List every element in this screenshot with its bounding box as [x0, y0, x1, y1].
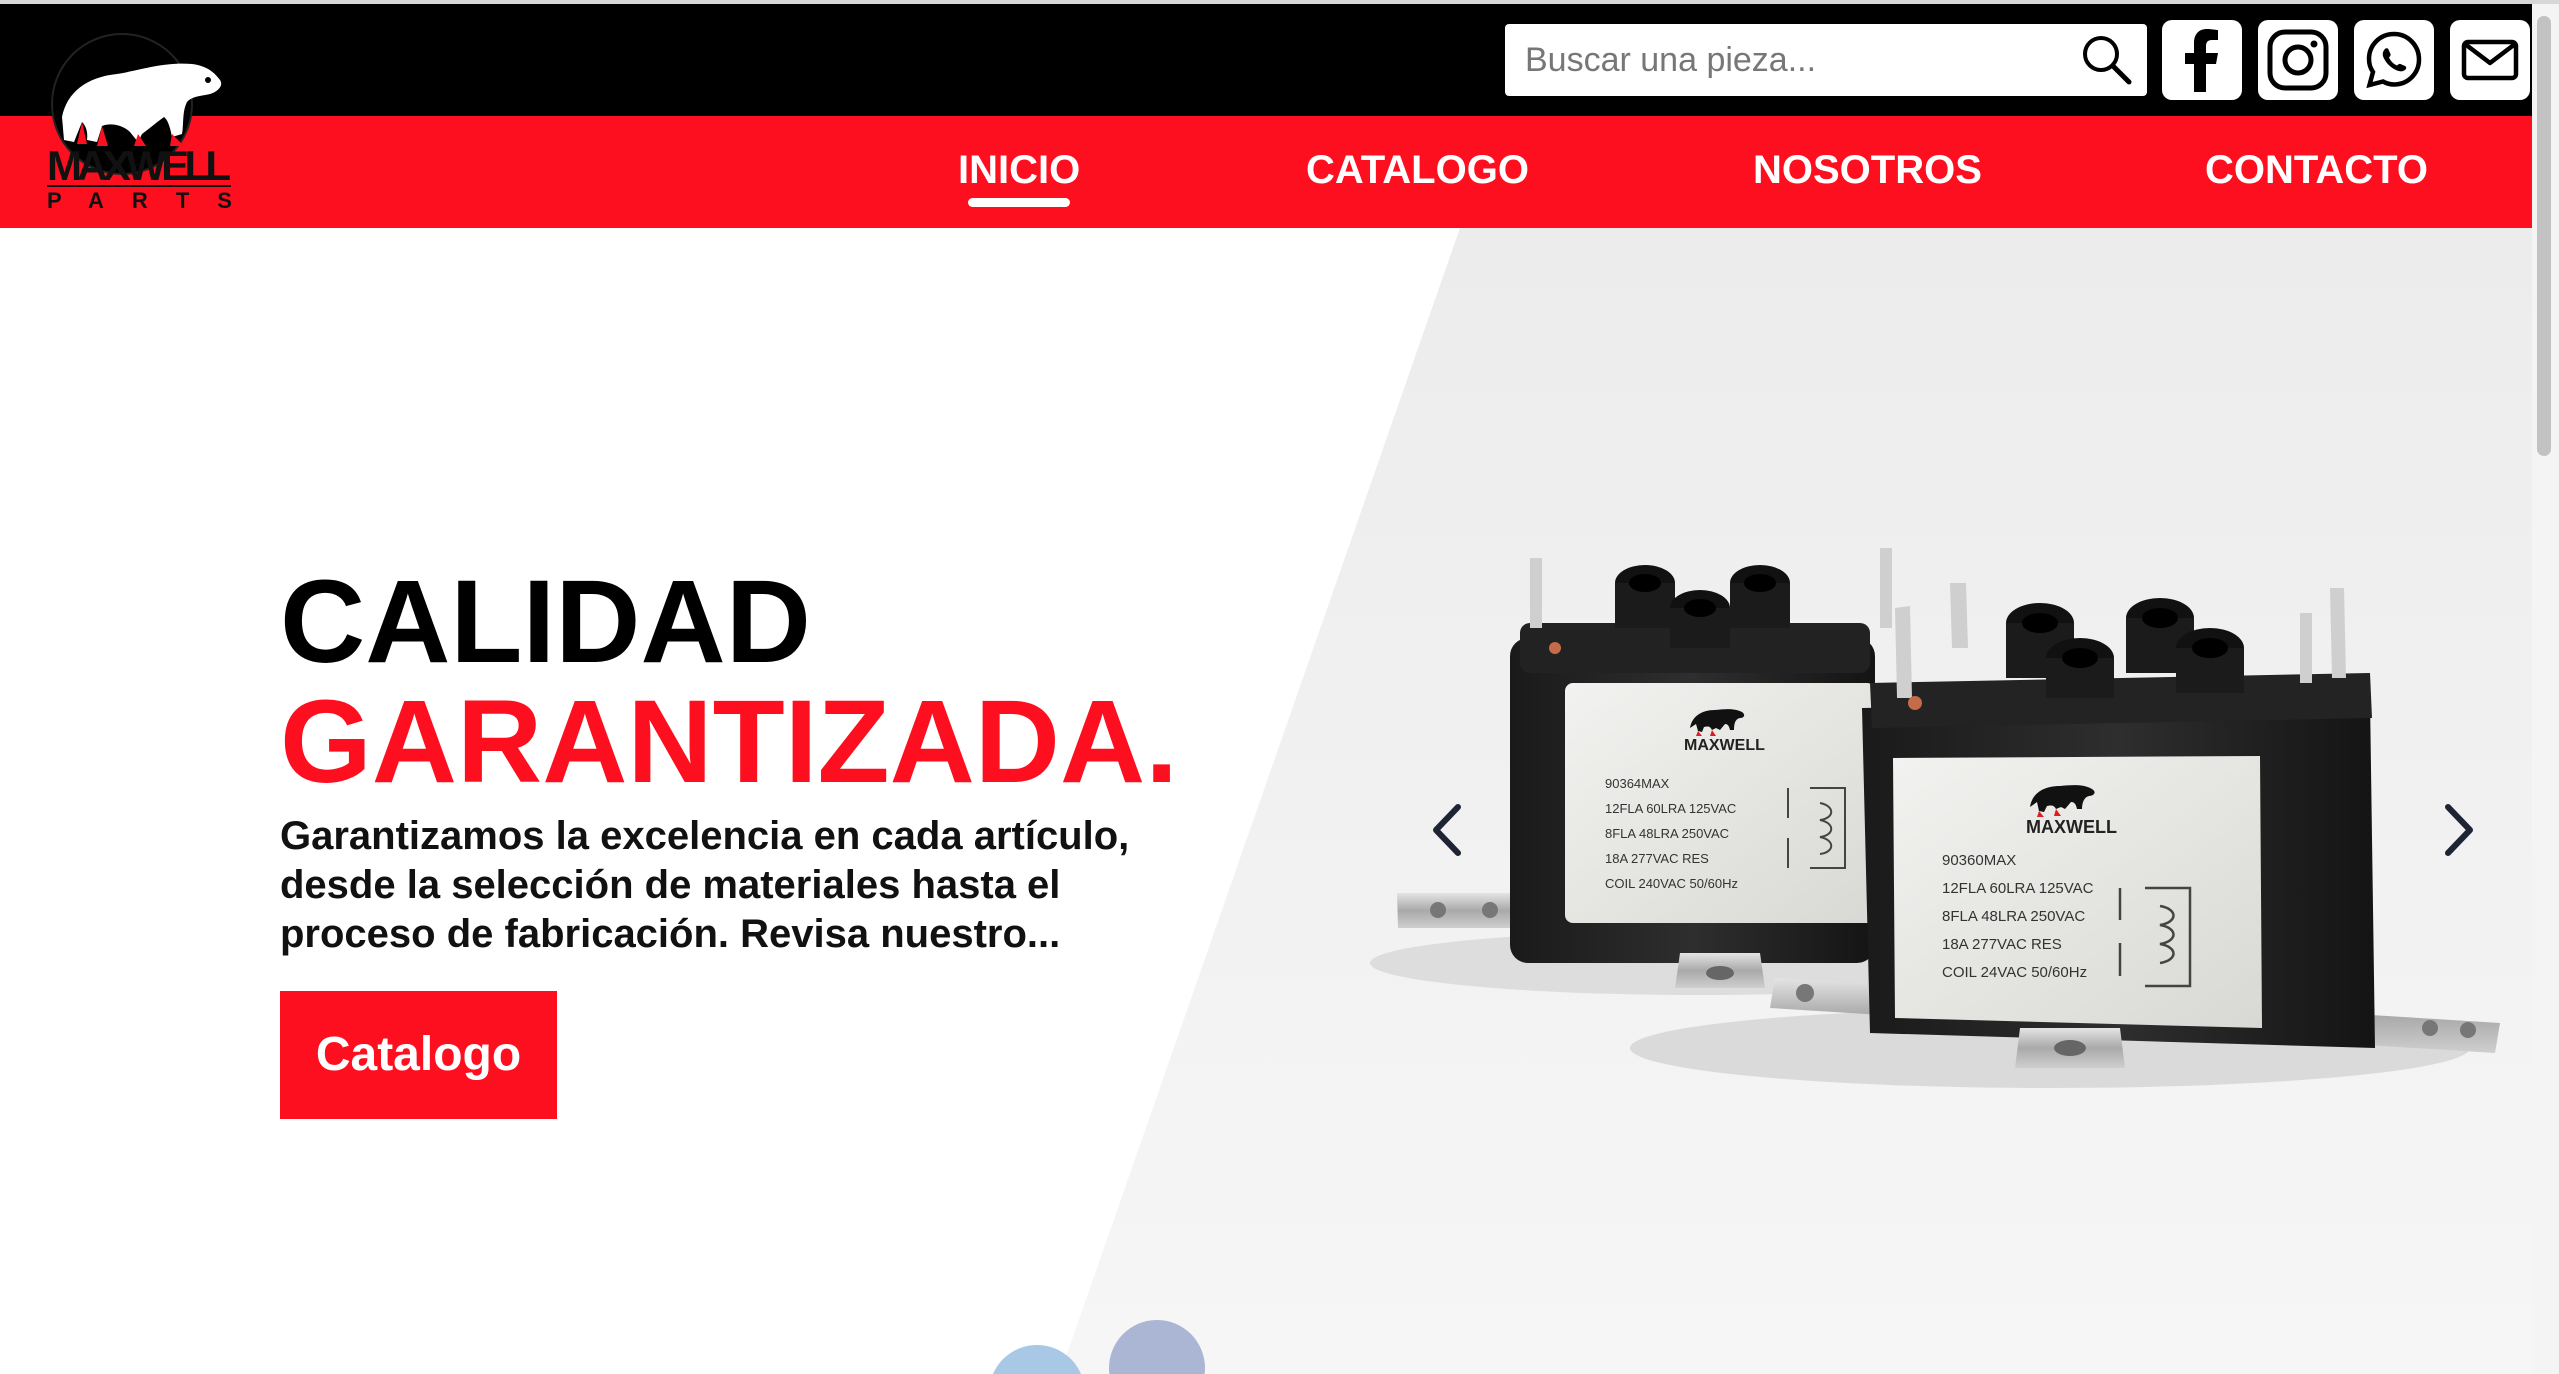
svg-text:18A 277VAC RES: 18A 277VAC RES: [1942, 936, 2062, 953]
svg-text:12FLA 60LRA 125VAC: 12FLA 60LRA 125VAC: [1605, 801, 1736, 816]
instagram-icon: [2267, 29, 2329, 91]
nav-nosotros[interactable]: NOSOTROS: [1753, 140, 1982, 200]
brand-logo[interactable]: MAXWELL PARTS: [42, 22, 237, 212]
svg-text:18A 277VAC RES: 18A 277VAC RES: [1605, 851, 1709, 866]
mail-button[interactable]: [2450, 20, 2530, 100]
hero-title-line1: CALIDAD: [280, 556, 811, 688]
nav-catalogo[interactable]: CATALOGO: [1306, 140, 1529, 200]
svg-text:MAXWELL: MAXWELL: [2026, 817, 2117, 837]
nav-inicio[interactable]: INICIO: [958, 140, 1080, 200]
whatsapp-button[interactable]: [2354, 20, 2434, 100]
catalogo-button[interactable]: Catalogo: [280, 991, 557, 1119]
hero-title-line2: GARANTIZADA.: [280, 676, 1179, 808]
hero-description: Garantizamos la excelencia en cada artíc…: [280, 814, 1130, 956]
chevron-left-icon[interactable]: [1418, 795, 1478, 865]
svg-text:90360MAX: 90360MAX: [1942, 852, 2016, 869]
svg-text:12FLA 60LRA 125VAC: 12FLA 60LRA 125VAC: [1942, 880, 2094, 897]
svg-text:90364MAX: 90364MAX: [1605, 776, 1670, 791]
facebook-button[interactable]: [2162, 20, 2242, 100]
search-box: [1505, 24, 2147, 96]
logo-sub: PARTS: [47, 188, 237, 212]
svg-text:MAXWELL: MAXWELL: [1684, 737, 1765, 754]
search-icon[interactable]: [2077, 30, 2137, 90]
svg-text:8FLA 48LRA 250VAC: 8FLA 48LRA 250VAC: [1605, 826, 1729, 841]
whatsapp-icon: [2366, 31, 2422, 89]
instagram-button[interactable]: [2258, 20, 2338, 100]
svg-text:COIL 240VAC 50/60Hz: COIL 240VAC 50/60Hz: [1605, 876, 1738, 891]
logo-name: MAXWELL: [47, 142, 231, 189]
search-input[interactable]: [1505, 24, 2065, 96]
facebook-icon: [2185, 29, 2218, 92]
svg-text:COIL 24VAC 50/60Hz: COIL 24VAC 50/60Hz: [1942, 964, 2087, 981]
nav-bar: [0, 116, 2532, 228]
nav-active-indicator: [968, 198, 1070, 207]
nav-contacto[interactable]: CONTACTO: [2205, 140, 2428, 200]
mail-icon: [2461, 39, 2519, 81]
svg-text:8FLA 48LRA 250VAC: 8FLA 48LRA 250VAC: [1942, 908, 2085, 925]
page: MAXWELL PARTS INICI: [0, 0, 2559, 1374]
scrollbar-thumb[interactable]: [2537, 16, 2551, 456]
top-bar: [0, 4, 2532, 116]
chevron-right-icon[interactable]: [2428, 795, 2488, 865]
